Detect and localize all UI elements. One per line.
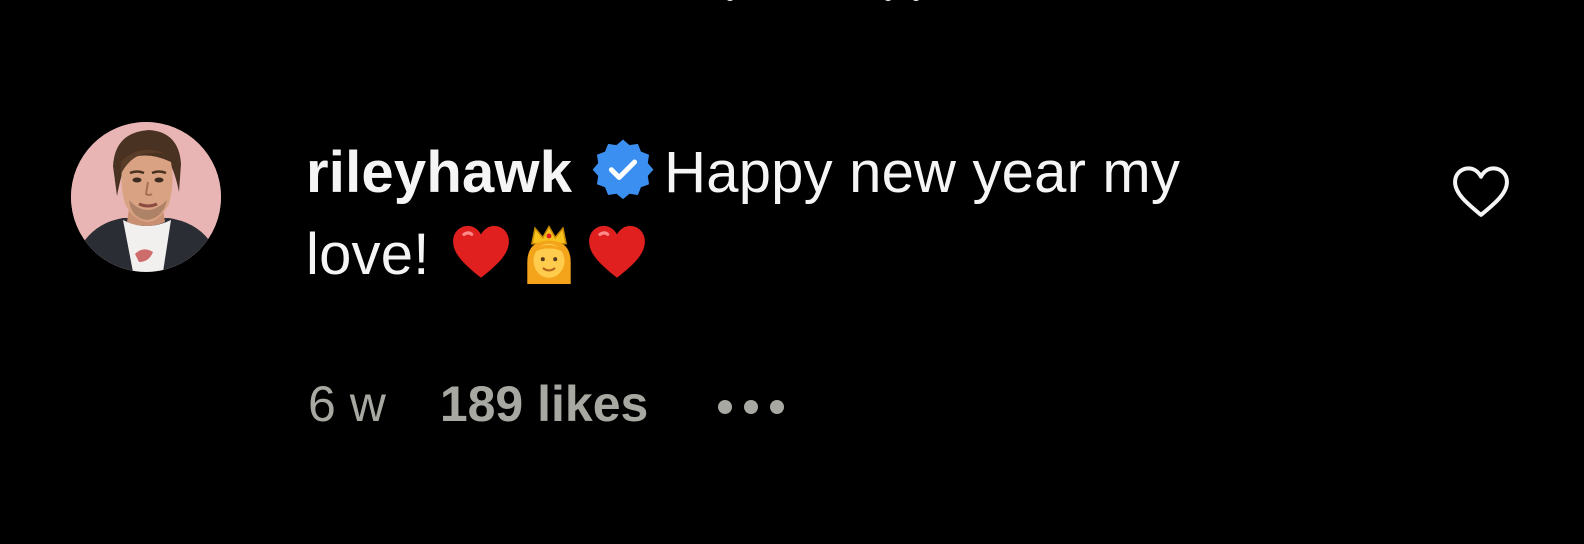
red-heart-emoji [452, 225, 509, 278]
comment-meta-row: 6 w 189 likes [308, 372, 785, 436]
username-link[interactable]: rileyhawk [306, 140, 572, 205]
ellipsis-dot [718, 400, 733, 414]
verified-badge-icon [592, 139, 654, 200]
ellipsis-dot [770, 400, 785, 414]
heart-outline-icon[interactable] [1450, 163, 1512, 221]
avatar-photo [71, 122, 221, 272]
princess-emoji [526, 225, 571, 284]
comment-text-line2: love! [306, 222, 430, 287]
comment-item: rileyhawk Happy new year my love! 6 w 18… [0, 0, 1584, 544]
comment-text-line1: Happy new year my [664, 140, 1181, 205]
ellipsis-icon[interactable] [718, 394, 785, 414]
ellipsis-dot [744, 400, 759, 414]
comment-text-block: rileyhawk Happy new year my love! [306, 132, 1366, 296]
comment-timestamp: 6 w [308, 376, 386, 432]
avatar[interactable] [71, 122, 221, 272]
likes-count-link[interactable]: 189 likes [440, 375, 649, 433]
red-heart-emoji [588, 225, 645, 278]
